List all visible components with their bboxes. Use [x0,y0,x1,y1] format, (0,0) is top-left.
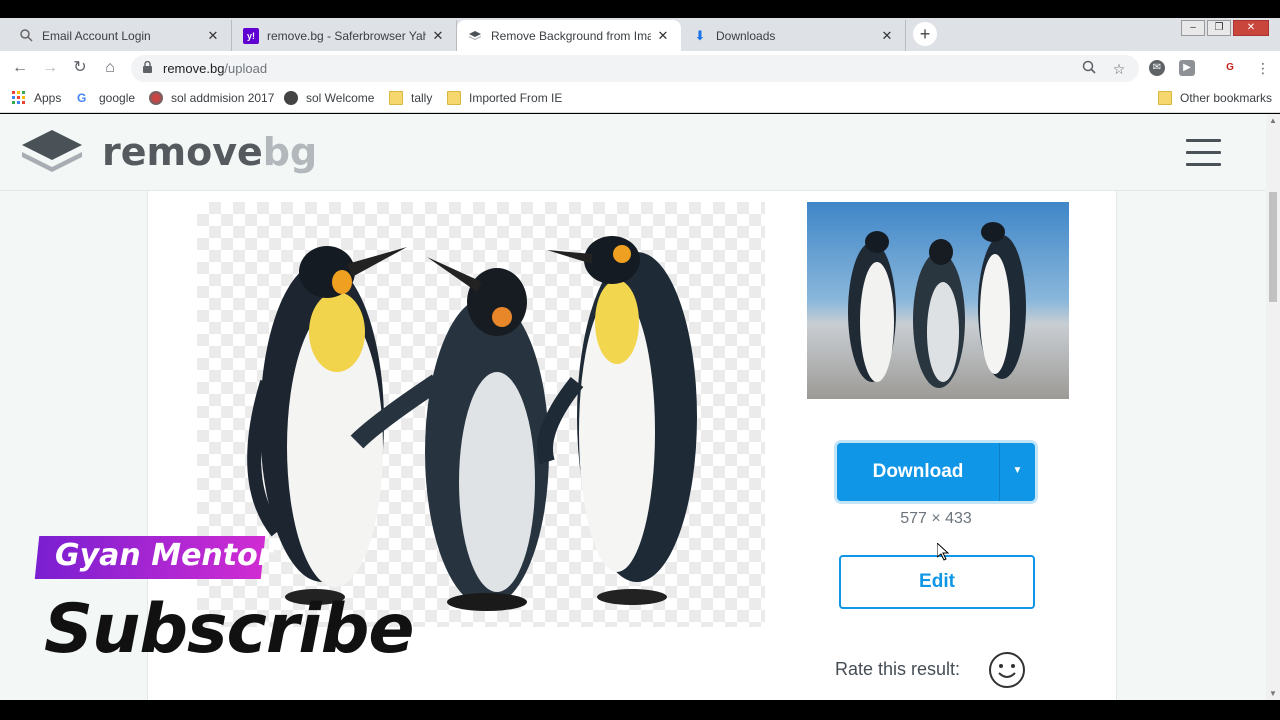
bookmark-imported-from-ie[interactable]: Imported From IE [447,91,562,105]
penguins-original-image [848,222,1026,388]
folder-icon [389,91,403,105]
close-icon[interactable]: ✕ [879,28,895,44]
download-button[interactable]: Download ▼ [837,443,1035,501]
removebg-logo[interactable]: removebg [22,130,317,174]
logo-layers-icon [22,130,82,172]
tab-remove-background[interactable]: Remove Background from Image ✕ [457,20,681,51]
site-icon [149,91,163,105]
download-label: Download [872,461,964,482]
screen-top-border [0,0,1280,18]
tab-title: remove.bg - Saferbrowser Yahoo [267,28,426,43]
bookmarks-bar: Apps G google sol addmision 2017 sol Wel… [0,85,1280,113]
bookmark-apps[interactable]: Apps [12,91,61,105]
subscribe-text: Subscribe [44,590,414,669]
scroll-down-arrow-icon[interactable]: ▼ [1269,689,1277,698]
back-arrow-icon[interactable]: ← [10,58,30,78]
browser-toolbar: ← → ↻ ⌂ remove.bg/upload ☆ ✉ ▶ G ⋮ [0,51,1280,85]
lock-icon [143,61,152,73]
zoom-icon[interactable] [1079,59,1099,79]
extension-play-icon[interactable]: ▶ [1179,60,1195,76]
yahoo-icon: y! [243,27,259,44]
tab-title: Downloads [716,28,776,43]
tab-strip: Email Account Login ✕ y! remove.bg - Saf… [0,18,1280,51]
smiley-rating-icon[interactable] [988,651,1026,689]
site-header: removebg [0,114,1266,191]
bookmark-label: Apps [34,91,62,105]
reload-icon[interactable]: ↻ [70,58,90,78]
penguins-cutout-image [247,236,697,611]
extension-gmail-icon[interactable]: G [1221,60,1239,76]
original-image-thumbnail[interactable] [807,202,1069,399]
forward-arrow-icon[interactable]: → [40,58,60,78]
bookmark-sol-admission[interactable]: sol addmision 2017 [149,91,274,105]
bookmark-label: tally [411,91,433,105]
tab-saferbrowser[interactable]: y! remove.bg - Saferbrowser Yahoo ✕ [233,20,457,51]
tab-title: Remove Background from Image [491,28,651,43]
hamburger-menu-icon[interactable] [1186,139,1221,167]
extension-mail-icon[interactable]: ✉ [1149,60,1165,76]
apps-grid-icon [12,91,25,104]
image-dimensions: 577 × 433 [900,510,972,527]
bookmark-star-icon[interactable]: ☆ [1109,59,1129,79]
channel-name: Gyan Mentor [55,538,273,573]
bookmark-label: sol addmision 2017 [171,91,275,105]
tab-email-login[interactable]: Email Account Login ✕ [8,20,232,51]
transparent-result-preview[interactable] [197,202,765,627]
folder-icon [1158,91,1172,105]
home-icon[interactable]: ⌂ [100,58,120,78]
close-icon[interactable]: ✕ [430,28,446,44]
bookmark-label: Other bookmarks [1180,91,1273,105]
logo-text-remove: remove [102,130,263,174]
scrollbar-thumb[interactable] [1269,192,1277,302]
search-icon [18,28,34,44]
tab-title: Email Account Login [42,28,151,43]
url-text: remove.bg/upload [163,61,268,76]
bookmark-label: Imported From IE [469,91,563,105]
globe-icon [284,91,298,105]
bookmark-google[interactable]: G google [77,91,135,105]
close-icon[interactable]: ✕ [205,28,221,44]
bookmark-label: sol Welcome [306,91,375,105]
edit-button[interactable]: Edit [839,555,1035,609]
menu-kebab-icon[interactable]: ⋮ [1253,58,1273,78]
minimize-button[interactable]: – [1181,20,1205,36]
folder-icon [447,91,461,105]
google-icon: G [77,91,87,105]
maximize-button[interactable]: ❐ [1207,20,1231,36]
removebg-icon [467,28,483,44]
close-icon[interactable]: ✕ [655,28,671,44]
chevron-down-icon[interactable]: ▼ [999,443,1035,501]
window-close-button[interactable]: ✕ [1233,20,1269,36]
new-tab-button[interactable]: + [913,22,937,46]
screen-bottom-border [0,700,1280,720]
tab-downloads[interactable]: ⬇ Downloads ✕ [682,20,906,51]
bookmark-label: google [99,91,136,105]
rate-result-label: Rate this result: [835,659,961,679]
bookmark-tally[interactable]: tally [389,91,432,105]
bookmark-other[interactable]: Other bookmarks [1158,91,1272,105]
address-bar[interactable]: remove.bg/upload ☆ [131,55,1139,82]
logo-text-bg: bg [262,130,318,174]
download-icon: ⬇ [694,27,706,43]
mouse-cursor-icon [937,543,949,561]
scroll-up-arrow-icon[interactable]: ▲ [1269,116,1277,125]
page-scrollbar[interactable]: ▲ ▼ [1266,114,1280,700]
bookmark-sol-welcome[interactable]: sol Welcome [284,91,374,105]
